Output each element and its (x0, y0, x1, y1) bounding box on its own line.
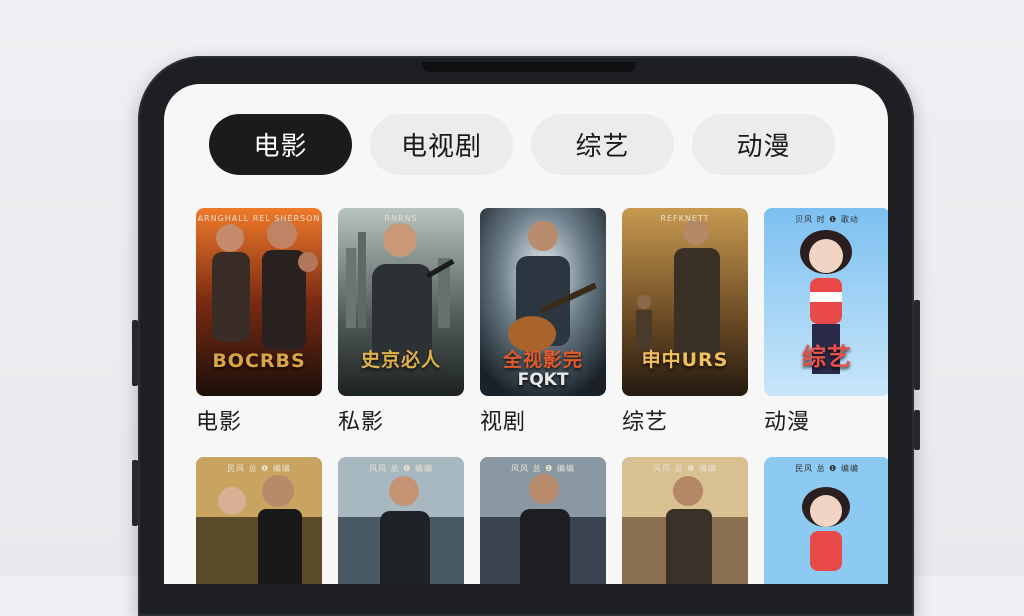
poster-subtitle: FQKT (517, 370, 569, 390)
poster-image: REFKNETT 申中URS (622, 208, 748, 396)
poster-image: 风风 总 ❶ 编编 (338, 457, 464, 584)
poster-tagline: ARNGHALL REL SHERSON (197, 214, 321, 223)
power-button (914, 300, 920, 390)
poster-tagline: RNRNS (384, 214, 418, 223)
poster-title: BOCRBS (212, 350, 306, 372)
poster-tagline: 民风 总 ❶ 编编 (795, 464, 859, 473)
poster-card[interactable]: 风风 总 ❶ 编编 (338, 457, 464, 584)
poster-label: 电影 (196, 410, 243, 435)
tab-anime[interactable]: 动漫 (692, 114, 835, 175)
poster-card[interactable]: ARNGHALL REL SHERSON BOCRBS 电影 (196, 208, 322, 436)
phone-notch (422, 62, 636, 72)
poster-title: 申中URS (641, 349, 729, 371)
poster-row-2: 民风 总 ❶ 编编 风风 总 ❶ 编编 风风 总 ❶ 编编 风风 总 ❶ 编编 … (196, 457, 888, 584)
poster-card[interactable]: 民风 总 ❶ 编编 (764, 457, 888, 584)
poster-image: 民风 总 ❶ 编编 (196, 457, 322, 584)
tab-variety[interactable]: 综艺 (531, 114, 674, 175)
poster-image: ARNGHALL REL SHERSON BOCRBS (196, 208, 322, 396)
category-tabs: 电影 电视剧 综艺 动漫 (209, 114, 835, 175)
poster-card[interactable]: REFKNETT 申中URS 综艺 (622, 208, 748, 436)
poster-card[interactable]: 民风 总 ❶ 编编 (196, 457, 322, 584)
tab-tv-series[interactable]: 电视剧 (370, 114, 513, 175)
poster-image: RNRNS 史京必人 (338, 208, 464, 396)
poster-label: 动漫 (764, 410, 811, 435)
poster-tagline: 风风 总 ❶ 编编 (369, 464, 433, 473)
poster-image: 贝风 时 ❶ 歌动 综艺 (764, 208, 888, 396)
poster-tagline: 民风 总 ❶ 编编 (227, 464, 291, 473)
poster-tagline: REFKNETT (660, 214, 710, 223)
poster-image: 风风 总 ❶ 编编 (480, 457, 606, 584)
poster-card[interactable]: 风风 总 ❶ 编编 (480, 457, 606, 584)
poster-label: 私影 (338, 410, 385, 435)
poster-image: 民风 总 ❶ 编编 (764, 457, 888, 584)
poster-image: 全视影完 FQKT (480, 208, 606, 396)
poster-card[interactable]: 全视影完 FQKT 视剧 (480, 208, 606, 436)
poster-tagline: 贝风 时 ❶ 歌动 (795, 215, 859, 224)
poster-title: 全视影完 (502, 349, 583, 371)
poster-title: 史京必人 (360, 349, 441, 371)
poster-label: 综艺 (622, 410, 669, 435)
poster-tagline: 风风 总 ❶ 编编 (653, 464, 717, 473)
side-button-right (914, 410, 920, 450)
poster-row-1: ARNGHALL REL SHERSON BOCRBS 电影 RNRNS 史京必… (196, 208, 888, 436)
poster-card[interactable]: 贝风 时 ❶ 歌动 综艺 动漫 (764, 208, 888, 436)
poster-card[interactable]: 风风 总 ❶ 编编 (622, 457, 748, 584)
poster-card[interactable]: RNRNS 史京必人 私影 (338, 208, 464, 436)
app-screen: 电影 电视剧 综艺 动漫 ARNGHALL REL SHERSON BOCRBS… (164, 84, 888, 584)
poster-label: 视剧 (480, 410, 527, 435)
poster-tagline: 风风 总 ❶ 编编 (511, 464, 575, 473)
poster-title: 综艺 (802, 343, 852, 371)
poster-image: 风风 总 ❶ 编编 (622, 457, 748, 584)
tab-movies[interactable]: 电影 (209, 114, 352, 175)
